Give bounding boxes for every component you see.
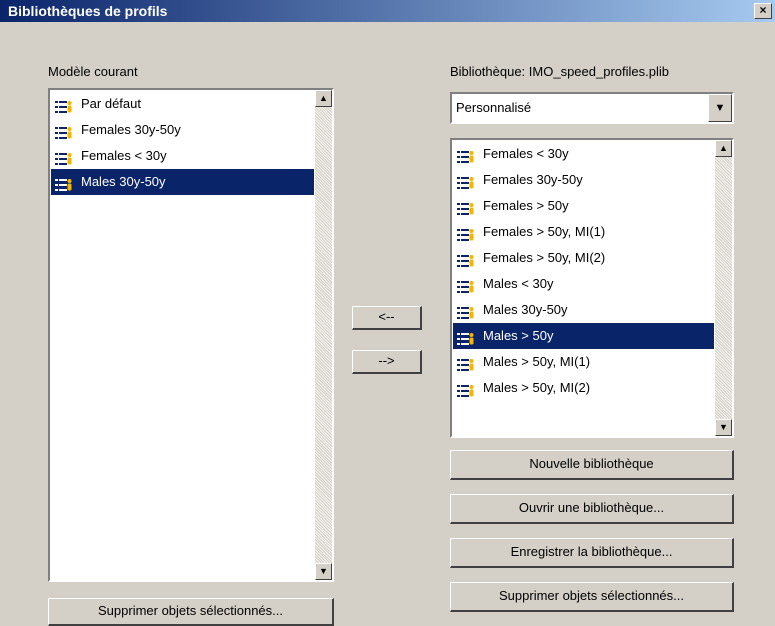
library-filter-value: Personnalisé (456, 100, 532, 115)
profile-list-icon (457, 355, 475, 371)
right-delete-selected-button[interactable]: Supprimer objets sélectionnés... (450, 582, 734, 612)
list-item-label: Females > 50y, MI(2) (483, 250, 606, 265)
list-item[interactable]: Females > 50y (453, 193, 714, 219)
profile-list-icon (457, 173, 475, 189)
profile-list-icon (457, 251, 475, 267)
list-item-label: Females > 50y, MI(1) (483, 224, 606, 239)
current-model-list[interactable]: Par défaut Females 30y-50y Females < 30y Ma… (48, 88, 334, 582)
close-button[interactable]: × (754, 3, 772, 19)
list-item-label: Males > 50y, MI(2) (483, 380, 591, 395)
list-item[interactable]: Males > 50y, MI(2) (453, 375, 714, 401)
copy-to-model-button[interactable]: <-- (352, 306, 422, 330)
list-item[interactable]: Females 30y-50y (51, 117, 314, 143)
list-item[interactable]: Males 30y-50y (453, 297, 714, 323)
profile-list-icon (457, 329, 475, 345)
list-item[interactable]: Males > 50y, MI(1) (453, 349, 714, 375)
profile-list-icon (55, 149, 73, 165)
profile-list-icon (457, 199, 475, 215)
save-library-button[interactable]: Enregistrer la bibliothèque... (450, 538, 734, 568)
profile-list-icon (457, 225, 475, 241)
profile-list-icon (457, 277, 475, 293)
list-item-label: Males 30y-50y (483, 302, 568, 317)
list-item-label: Females < 30y (81, 148, 167, 163)
list-item-label: Males < 30y (483, 276, 554, 291)
current-model-label: Modèle courant (48, 64, 138, 79)
profile-list-icon (457, 303, 475, 319)
list-item-label: Females < 30y (483, 146, 569, 161)
left-delete-selected-button[interactable]: Supprimer objets sélectionnés... (48, 598, 334, 626)
profile-list-icon (457, 147, 475, 163)
profile-list-icon (55, 175, 73, 191)
copy-to-library-button[interactable]: --> (352, 350, 422, 374)
right-list-scrollbar[interactable]: ▲ ▼ (715, 140, 732, 436)
list-item-label: Males 30y-50y (81, 174, 166, 189)
list-item-label: Par défaut (81, 96, 141, 111)
library-profile-list[interactable]: Females < 30y Females 30y-50y Females > 50… (450, 138, 734, 438)
list-item[interactable]: Females < 30y (51, 143, 314, 169)
list-item[interactable]: Males > 50y (453, 323, 714, 349)
left-list-scrollbar[interactable]: ▲ ▼ (315, 90, 332, 580)
list-item[interactable]: Par défaut (51, 91, 314, 117)
profile-list-icon (55, 123, 73, 139)
list-item[interactable]: Males 30y-50y (51, 169, 314, 195)
list-item[interactable]: Females < 30y (453, 141, 714, 167)
open-library-button[interactable]: Ouvrir une bibliothèque... (450, 494, 734, 524)
list-item-label: Females 30y-50y (483, 172, 583, 187)
scroll-up-arrow-icon[interactable]: ▲ (315, 90, 332, 107)
list-item-label: Males > 50y (483, 328, 554, 343)
library-filter-select[interactable]: Personnalisé ▼ (450, 92, 734, 124)
profile-list-icon (457, 381, 475, 397)
list-item[interactable]: Females 30y-50y (453, 167, 714, 193)
new-library-button[interactable]: Nouvelle bibliothèque (450, 450, 734, 480)
list-item-label: Females > 50y (483, 198, 569, 213)
list-item[interactable]: Males < 30y (453, 271, 714, 297)
list-item-label: Females 30y-50y (81, 122, 181, 137)
library-label: Bibliothèque: IMO_speed_profiles.plib (450, 64, 669, 79)
profile-list-icon (55, 97, 73, 113)
scroll-down-arrow-icon[interactable]: ▼ (315, 563, 332, 580)
scroll-down-arrow-icon[interactable]: ▼ (715, 419, 732, 436)
dropdown-arrow-icon[interactable]: ▼ (708, 94, 732, 122)
scroll-up-arrow-icon[interactable]: ▲ (715, 140, 732, 157)
list-item-label: Males > 50y, MI(1) (483, 354, 591, 369)
title-bar: Bibliothèques de profils × (0, 0, 775, 22)
list-item[interactable]: Females > 50y, MI(2) (453, 245, 714, 271)
window-title: Bibliothèques de profils (8, 3, 168, 19)
list-item[interactable]: Females > 50y, MI(1) (453, 219, 714, 245)
